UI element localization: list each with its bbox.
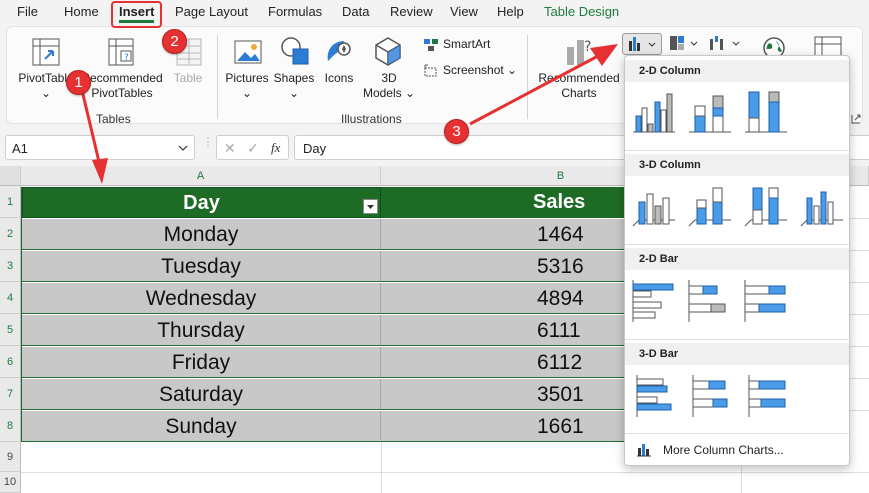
callout-badge-1: 1	[66, 70, 91, 95]
callout-badge-2: 2	[162, 29, 187, 54]
callout-arrows	[79, 44, 618, 184]
callout-badge-3: 3	[444, 119, 469, 144]
